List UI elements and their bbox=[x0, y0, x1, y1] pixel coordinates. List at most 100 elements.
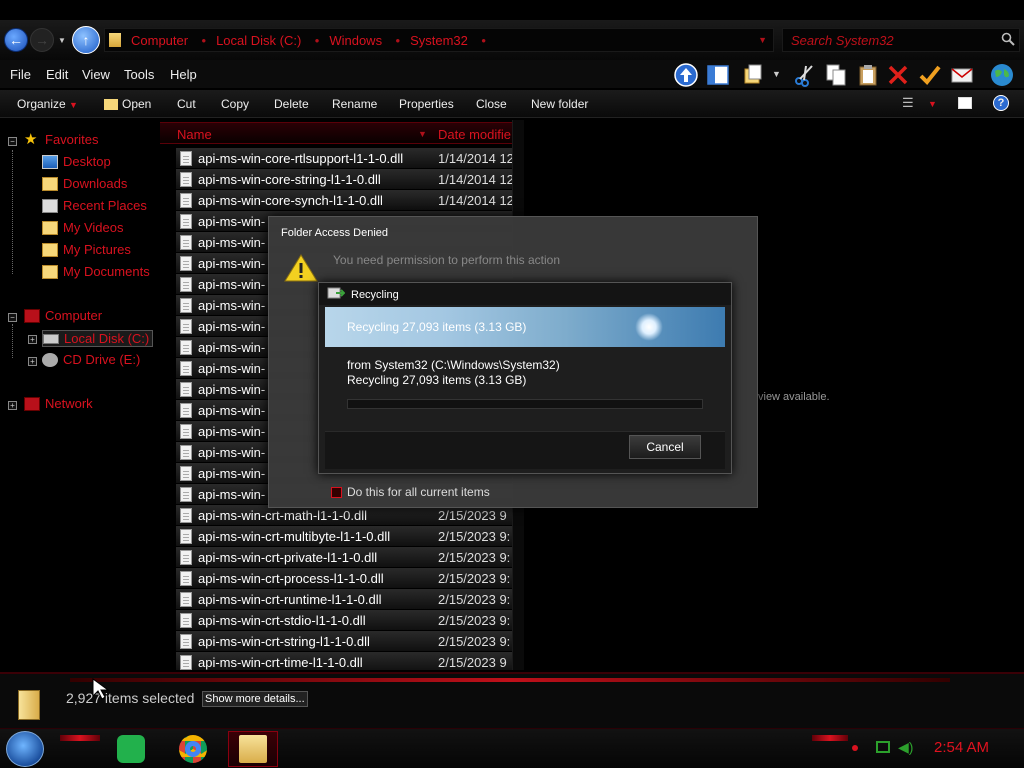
start-button[interactable] bbox=[6, 731, 44, 767]
properties-button[interactable]: Properties bbox=[399, 97, 454, 111]
checkmark-icon[interactable] bbox=[918, 63, 942, 87]
nav-cd-drive[interactable]: CD Drive (E:) bbox=[42, 352, 140, 367]
address-dropdown-icon[interactable]: ▼ bbox=[758, 35, 767, 45]
menu-tools[interactable]: Tools bbox=[124, 67, 154, 82]
breadcrumb[interactable]: Computer Local Disk (C:) Windows System3… bbox=[104, 28, 774, 52]
dll-file-icon bbox=[180, 276, 192, 292]
organize-button[interactable]: Organize ▼ bbox=[17, 97, 78, 111]
search-box[interactable] bbox=[782, 28, 1020, 52]
rename-button[interactable]: Rename bbox=[332, 97, 377, 111]
taskbar-app-notes[interactable] bbox=[106, 731, 156, 767]
file-row[interactable]: api-ms-win-crt-math-l1-1-0.dll 2/15/2023 … bbox=[176, 505, 512, 526]
search-input[interactable] bbox=[783, 29, 993, 51]
cd-drive-icon bbox=[42, 352, 58, 367]
organize-dropdown-icon: ▼ bbox=[69, 100, 78, 110]
copy-button[interactable]: Copy bbox=[221, 97, 249, 111]
file-row[interactable]: api-ms-win-crt-stdio-l1-1-0.dll 2/15/2023… bbox=[176, 610, 512, 631]
crumb-local-disk[interactable]: Local Disk (C:) bbox=[216, 33, 320, 48]
nav-recent-places-label: Recent Places bbox=[63, 198, 147, 213]
file-row[interactable]: api-ms-win-crt-runtime-l1-1-0.dll 2/15/20… bbox=[176, 589, 512, 610]
preview-pane-icon[interactable] bbox=[706, 63, 730, 87]
file-row[interactable]: api-ms-win-crt-multibyte-l1-1-0.dll 2/15/… bbox=[176, 526, 512, 547]
column-name[interactable]: Name bbox=[177, 127, 212, 142]
taskbar-clock[interactable]: 2:54 AM bbox=[934, 739, 989, 756]
tray-indicator-icon[interactable] bbox=[852, 745, 858, 751]
file-date: 2/15/2023 9: bbox=[438, 549, 511, 565]
show-more-details-link[interactable]: Show more details... bbox=[202, 691, 308, 707]
nav-recent-places[interactable]: Recent Places bbox=[42, 198, 147, 213]
menu-help[interactable]: Help bbox=[170, 67, 197, 82]
delete-button[interactable]: Delete bbox=[274, 97, 309, 111]
forward-button[interactable]: → bbox=[30, 28, 54, 52]
nav-downloads[interactable]: Downloads bbox=[42, 176, 127, 191]
help-icon[interactable]: ? bbox=[993, 95, 1009, 111]
local-disk-expand-toggle[interactable]: + bbox=[28, 335, 37, 344]
column-sort-dropdown-icon[interactable]: ▼ bbox=[418, 129, 427, 139]
up-icon[interactable] bbox=[674, 63, 698, 87]
volume-icon[interactable]: ◀) bbox=[898, 739, 913, 756]
menu-edit[interactable]: Edit bbox=[46, 67, 68, 82]
network-tray-icon[interactable] bbox=[876, 741, 890, 753]
dll-file-icon bbox=[180, 360, 192, 376]
delete-icon[interactable] bbox=[886, 63, 910, 87]
nav-my-pictures[interactable]: My Pictures bbox=[42, 242, 131, 257]
folders-icon[interactable] bbox=[742, 63, 766, 87]
up-folder-button[interactable]: ↑ bbox=[72, 26, 100, 54]
file-row[interactable]: api-ms-win-crt-private-l1-1-0.dll 2/15/20… bbox=[176, 547, 512, 568]
computer-collapse-toggle[interactable]: − bbox=[8, 313, 17, 322]
menu-file[interactable]: File bbox=[10, 67, 31, 82]
cd-drive-expand-toggle[interactable]: + bbox=[28, 357, 37, 366]
file-name: api-ms-win-core-rtlsupport-l1-1-0.dll bbox=[198, 150, 404, 166]
cut-button[interactable]: Cut bbox=[177, 97, 196, 111]
nav-desktop-label: Desktop bbox=[63, 154, 111, 169]
crumb-windows[interactable]: Windows bbox=[329, 33, 399, 48]
crumb-system32[interactable]: System32 bbox=[410, 33, 486, 48]
nav-desktop[interactable]: Desktop bbox=[42, 154, 111, 169]
nav-my-videos-label: My Videos bbox=[63, 220, 124, 235]
column-date-modified[interactable]: Date modifie bbox=[438, 127, 511, 142]
nav-my-videos[interactable]: My Videos bbox=[42, 220, 123, 235]
file-row[interactable]: api-ms-win-crt-time-l1-1-0.dll 2/15/2023 … bbox=[176, 652, 512, 670]
globe-icon[interactable] bbox=[990, 63, 1014, 87]
taskbar-app-explorer[interactable] bbox=[228, 731, 278, 767]
open-label: Open bbox=[122, 97, 152, 111]
nav-my-documents[interactable]: My Documents bbox=[42, 264, 150, 279]
nav-network[interactable]: Network bbox=[24, 396, 93, 411]
nav-local-disk[interactable]: Local Disk (C:) bbox=[42, 330, 154, 347]
documents-icon bbox=[42, 264, 58, 279]
preview-pane-toggle-icon[interactable] bbox=[958, 97, 972, 109]
cut-icon[interactable] bbox=[792, 63, 816, 87]
file-row[interactable]: api-ms-win-crt-string-l1-1-0.dll 2/15/202… bbox=[176, 631, 512, 652]
search-icon[interactable] bbox=[1001, 32, 1015, 46]
paste-icon[interactable] bbox=[856, 63, 880, 87]
menu-view[interactable]: View bbox=[82, 67, 110, 82]
organize-label: Organize bbox=[17, 97, 66, 111]
network-expand-toggle[interactable]: + bbox=[8, 401, 17, 410]
recent-pages-dropdown[interactable]: ▼ bbox=[58, 36, 66, 45]
dll-file-icon bbox=[180, 612, 192, 628]
view-dropdown-icon[interactable]: ▼ bbox=[928, 99, 937, 109]
close-button[interactable]: Close bbox=[476, 97, 507, 111]
do-this-for-all-checkbox[interactable]: Do this for all current items bbox=[331, 485, 490, 499]
access-dialog-message: You need permission to perform this acti… bbox=[333, 253, 561, 267]
dll-file-icon bbox=[180, 192, 192, 208]
nav-computer[interactable]: Computer bbox=[24, 308, 102, 323]
new-folder-button[interactable]: New folder bbox=[531, 97, 588, 111]
checkbox-box[interactable] bbox=[331, 486, 342, 498]
file-row[interactable]: api-ms-win-crt-process-l1-1-0.dll 2/15/20… bbox=[176, 568, 512, 589]
back-button[interactable]: ← bbox=[4, 28, 28, 52]
dll-file-icon bbox=[180, 423, 192, 439]
file-row[interactable]: api-ms-win-core-rtlsupport-l1-1-0.dll 1/1… bbox=[176, 148, 514, 169]
mail-icon[interactable] bbox=[950, 63, 974, 87]
crumb-computer[interactable]: Computer bbox=[131, 33, 206, 48]
file-row[interactable]: api-ms-win-core-synch-l1-1-0.dll 1/14/201… bbox=[176, 190, 514, 211]
cancel-button[interactable]: Cancel bbox=[629, 435, 701, 459]
nav-favorites[interactable]: ★ Favorites bbox=[24, 132, 98, 148]
file-row[interactable]: api-ms-win-core-string-l1-1-0.dll 1/14/20… bbox=[176, 169, 514, 190]
recycling-progress-bar bbox=[347, 399, 703, 409]
copy-icon[interactable] bbox=[824, 63, 848, 87]
favorites-collapse-toggle[interactable]: − bbox=[8, 137, 17, 146]
open-button[interactable]: Open bbox=[104, 97, 151, 111]
taskbar-app-chrome[interactable] bbox=[168, 731, 218, 767]
view-options-icon[interactable]: ☰ bbox=[902, 95, 914, 111]
